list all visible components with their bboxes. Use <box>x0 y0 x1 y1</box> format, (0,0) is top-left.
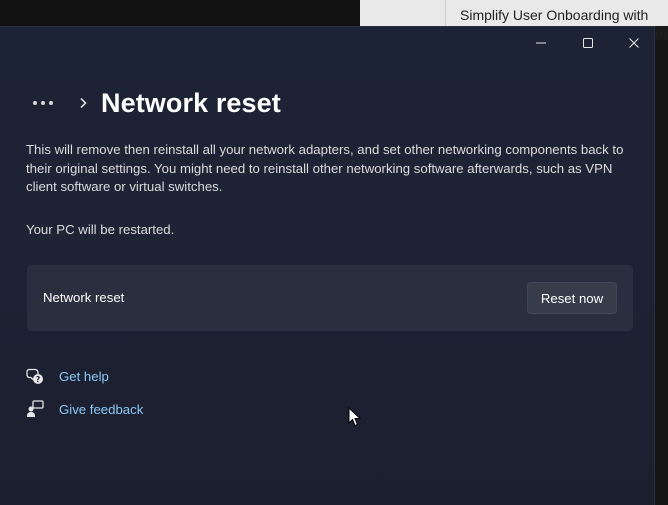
close-icon <box>629 38 639 48</box>
settings-window: Network reset This will remove then rein… <box>0 26 655 505</box>
background-app-heading: Simplify User Onboarding with <box>460 7 649 23</box>
feedback-icon <box>26 400 44 418</box>
chevron-right-icon <box>79 97 87 109</box>
reset-now-button[interactable]: Reset now <box>527 282 617 314</box>
background-dark-bar <box>0 0 360 26</box>
svg-text:?: ? <box>36 375 40 384</box>
breadcrumb: Network reset <box>29 85 281 121</box>
get-help-link[interactable]: ? Get help <box>26 367 109 385</box>
background-edge <box>655 40 668 505</box>
restart-note: Your PC will be restarted. <box>26 222 175 237</box>
maximize-icon <box>583 38 593 48</box>
get-help-label: Get help <box>59 368 109 384</box>
give-feedback-link[interactable]: Give feedback <box>26 400 143 418</box>
close-button[interactable] <box>611 27 657 59</box>
more-dots-icon[interactable] <box>29 97 57 109</box>
network-reset-label: Network reset <box>43 290 125 305</box>
page-title: Network reset <box>101 87 281 118</box>
give-feedback-label: Give feedback <box>59 401 144 417</box>
network-reset-card: Network reset Reset now <box>27 265 633 331</box>
get-help-icon: ? <box>26 367 44 385</box>
maximize-button[interactable] <box>565 27 611 59</box>
background-divider <box>445 0 446 26</box>
minimize-icon <box>536 42 546 44</box>
description-text: This will remove then reinstall all your… <box>26 142 624 195</box>
minimize-button[interactable] <box>518 27 564 59</box>
mouse-pointer-icon <box>348 406 362 432</box>
